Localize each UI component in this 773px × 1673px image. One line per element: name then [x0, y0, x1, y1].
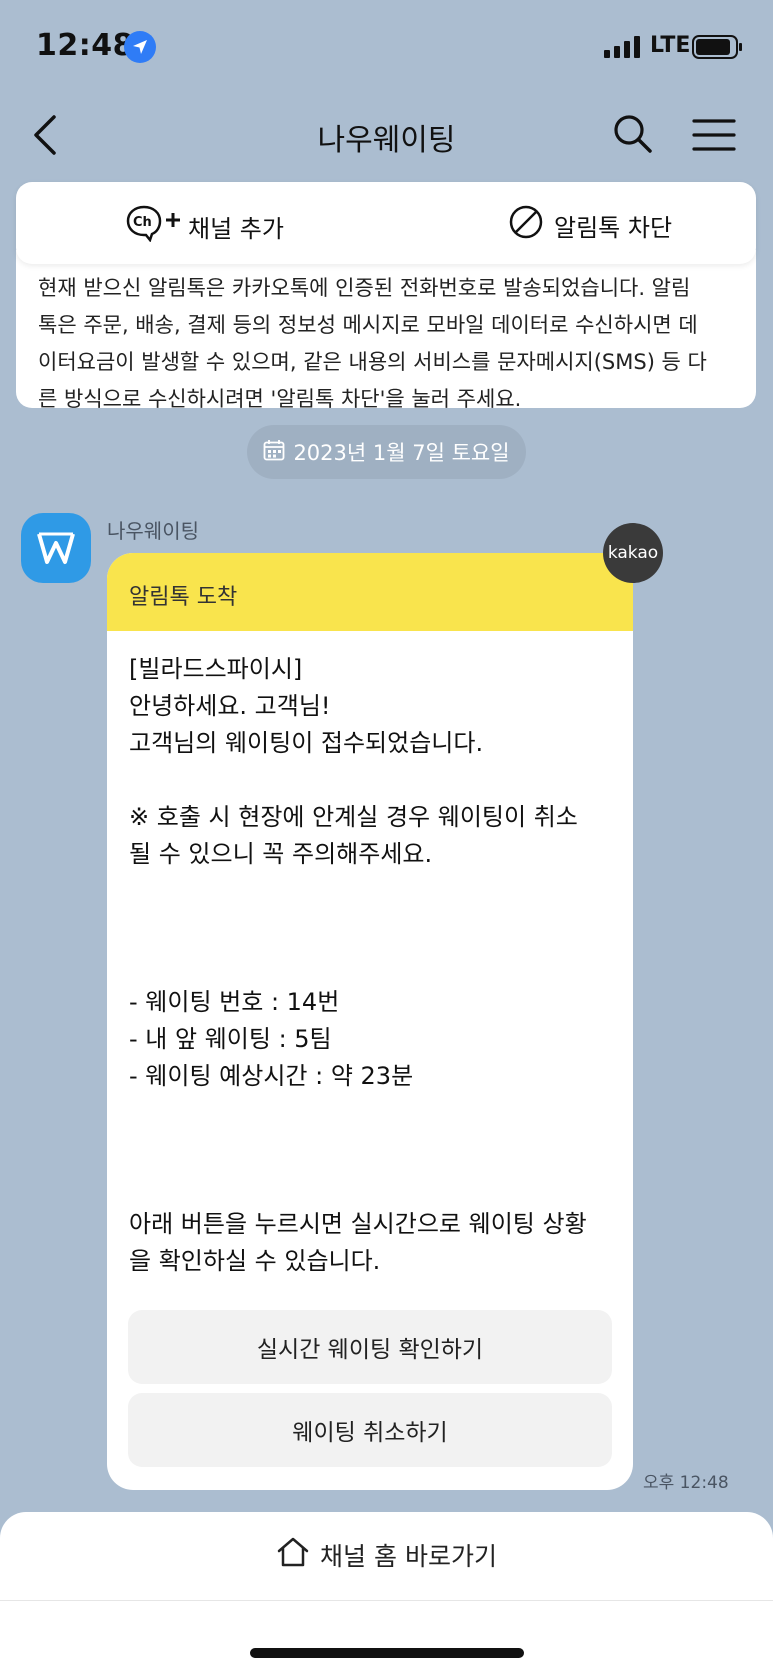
message-line: 고객님의 웨이팅이 접수되었습니다.	[129, 729, 484, 757]
date-divider: 2023년 1월 7일 토요일	[247, 425, 526, 479]
message-line	[129, 873, 611, 910]
notice-line: 이터요금이 발생할 수 있으며, 같은 내용의 서비스를 문자메시지(SMS) …	[38, 350, 707, 374]
message-line: - 내 앞 웨이팅 : 5팀	[129, 1025, 332, 1053]
notice-line: 톡은 주문, 배송, 결제 등의 정보성 메시지로 모바일 데이터로 수신하시면…	[38, 313, 698, 337]
message-line: 을 확인하실 수 있습니다.	[129, 1247, 381, 1275]
block-icon	[508, 204, 544, 246]
kakao-badge: kakao	[603, 523, 663, 583]
menu-icon[interactable]	[692, 117, 736, 157]
message-line: 아래 버튼을 누르시면 실시간으로 웨이팅 상황	[129, 1210, 587, 1238]
add-channel-label: 채널 추가	[188, 214, 284, 243]
add-channel-button[interactable]: Ch 채널 추가	[126, 204, 284, 248]
home-indicator[interactable]	[250, 1648, 524, 1658]
message-line	[129, 1132, 611, 1169]
channel-notice: 현재 받으신 알림톡은 카카오톡에 인증된 전화번호로 발송되었습니다. 알림 …	[16, 250, 756, 411]
message-line: - 웨이팅 예상시간 : 약 23분	[129, 1062, 414, 1090]
date-divider-text: 2023년 1월 7일 토요일	[293, 441, 510, 465]
message-line: ※ 호출 시 현장에 안계실 경우 웨이팅이 취소	[129, 803, 578, 831]
channel-ch-icon: Ch	[126, 204, 184, 248]
bubble-header: 알림톡 도착	[107, 553, 633, 631]
message-line: - 웨이팅 번호 : 14번	[129, 988, 340, 1016]
location-arrow-icon	[124, 31, 156, 63]
sender-name: 나우웨이팅	[107, 519, 199, 543]
chat-header: 나우웨이팅	[0, 95, 773, 175]
message-line: 안녕하세요. 고객님!	[129, 692, 331, 720]
message-line	[129, 1095, 611, 1132]
home-icon	[276, 1536, 310, 1574]
message-line	[129, 1169, 611, 1206]
message-line	[129, 910, 611, 947]
channel-home-label: 채널 홈 바로가기	[320, 1542, 497, 1571]
alimtalk-message-bubble: 알림톡 도착 [빌라드스파이시] 안녕하세요. 고객님! 고객님의 웨이팅이 접…	[107, 553, 633, 1490]
message-line: 될 수 있으니 꼭 주의해주세요.	[129, 840, 433, 868]
notice-line: 현재 받으신 알림톡은 카카오톡에 인증된 전화번호로 발송되었습니다. 알림	[38, 276, 691, 300]
battery-icon	[692, 35, 744, 63]
cancel-waiting-button[interactable]: 웨이팅 취소하기	[128, 1393, 612, 1467]
notice-line: 른 방식으로 수신하시려면 '알림톡 차단'을 눌러 주세요.	[38, 387, 522, 411]
calendar-icon	[263, 439, 285, 466]
message-timestamp: 오후 12:48	[643, 1473, 729, 1493]
block-alimtalk-button[interactable]: 알림톡 차단	[508, 204, 672, 246]
message-line	[129, 762, 611, 799]
message-line	[129, 947, 611, 984]
block-alimtalk-label: 알림톡 차단	[554, 213, 673, 242]
network-type: LTE	[650, 33, 691, 58]
sender-avatar[interactable]	[21, 513, 91, 583]
divider	[0, 1600, 773, 1601]
chat-title: 나우웨이팅	[317, 123, 456, 158]
bubble-body: [빌라드스파이시] 안녕하세요. 고객님! 고객님의 웨이팅이 접수되었습니다.…	[107, 631, 633, 1280]
svg-text:Ch: Ch	[133, 215, 152, 230]
signal-icon	[604, 36, 644, 62]
bottom-bar: 채널 홈 바로가기	[0, 1512, 773, 1673]
channel-action-bar: Ch 채널 추가 알림톡 차단	[16, 182, 756, 264]
nowwaiting-logo-icon	[37, 532, 75, 564]
channel-home-link[interactable]: 채널 홈 바로가기	[0, 1536, 773, 1574]
check-realtime-waiting-button[interactable]: 실시간 웨이팅 확인하기	[128, 1310, 612, 1384]
status-time: 12:48	[36, 28, 134, 63]
message-line: [빌라드스파이시]	[129, 655, 303, 683]
search-icon[interactable]	[612, 113, 654, 159]
status-bar: 12:48 LTE	[0, 0, 773, 95]
